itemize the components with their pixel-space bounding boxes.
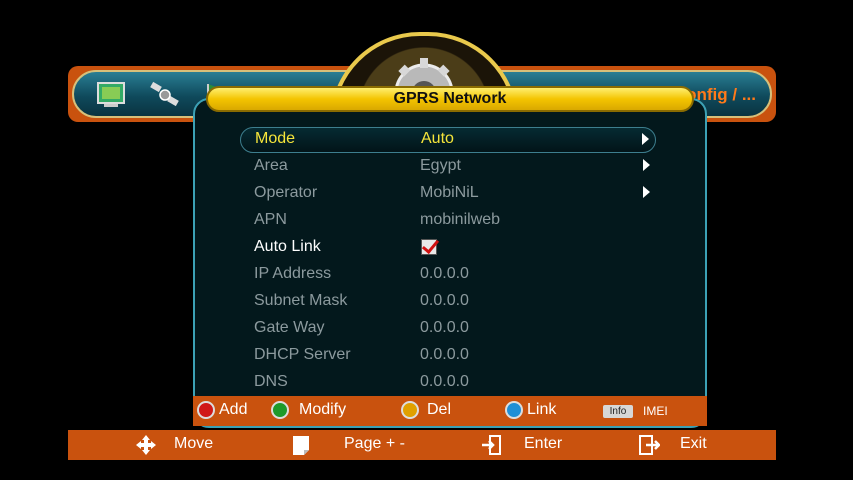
setting-label: IP Address <box>254 265 332 282</box>
auto-link-checkbox[interactable] <box>421 239 437 255</box>
enter-icon <box>482 435 501 455</box>
setting-value: mobinilweb <box>420 211 501 228</box>
setting-row-gateway[interactable]: Gate Way 0.0.0.0 <box>240 316 656 342</box>
setting-value: Egypt <box>420 157 461 174</box>
red-key-label: Add <box>219 401 248 418</box>
setting-value: 0.0.0.0 <box>420 319 469 336</box>
setting-label: Auto Link <box>254 238 321 255</box>
setting-row-subnet-mask[interactable]: Subnet Mask 0.0.0.0 <box>240 289 656 315</box>
setting-row-dns[interactable]: DNS 0.0.0.0 <box>240 370 656 396</box>
setting-row-auto-link[interactable]: Auto Link <box>240 235 656 261</box>
yellow-key-label: Del <box>427 401 452 418</box>
tv-channel-icon[interactable] <box>94 80 128 110</box>
satellite-icon[interactable] <box>148 80 182 110</box>
page-icon <box>293 436 309 455</box>
setting-label: DNS <box>254 373 288 390</box>
page-label: Page + - <box>344 435 405 452</box>
setting-label: Subnet Mask <box>254 292 348 309</box>
blue-key-label: Link <box>527 401 557 418</box>
setting-label: APN <box>254 211 287 228</box>
exit-icon <box>639 435 660 455</box>
exit-label: Exit <box>680 435 707 452</box>
info-button-badge[interactable]: Info <box>603 405 633 418</box>
setting-row-mode[interactable]: Mode Auto <box>240 127 656 153</box>
setting-row-apn[interactable]: APN mobinilweb <box>240 208 656 234</box>
move-label: Move <box>174 435 214 452</box>
green-button-icon[interactable] <box>271 401 289 419</box>
dialog-title: GPRS Network <box>393 90 507 107</box>
green-key-label: Modify <box>299 401 347 418</box>
bottom-navigation-bar: Move Page + - Enter Exit <box>68 430 776 460</box>
setting-value: 0.0.0.0 <box>420 346 469 363</box>
setting-label: Mode <box>255 130 296 147</box>
info-key-label: IMEI <box>643 404 668 418</box>
chevron-right-icon <box>643 159 650 171</box>
setting-label: DHCP Server <box>254 346 351 363</box>
setting-value: 0.0.0.0 <box>420 373 469 390</box>
setting-label: Gate Way <box>254 319 325 336</box>
chevron-right-icon <box>642 133 649 145</box>
red-button-icon[interactable] <box>197 401 215 419</box>
setting-value: Auto <box>421 130 454 147</box>
setting-row-ip-address[interactable]: IP Address 0.0.0.0 <box>240 262 656 288</box>
blue-button-icon[interactable] <box>505 401 523 419</box>
setting-row-area[interactable]: Area Egypt <box>240 154 656 180</box>
color-key-bar: Add Modify Del Link Info IMEI <box>193 396 707 426</box>
setting-value: 0.0.0.0 <box>420 292 469 309</box>
setting-label: Area <box>254 157 288 174</box>
yellow-button-icon[interactable] <box>401 401 419 419</box>
setting-label: Operator <box>254 184 318 201</box>
setting-value: 0.0.0.0 <box>420 265 469 282</box>
chevron-right-icon <box>643 186 650 198</box>
move-arrows-icon <box>136 435 156 455</box>
setting-value: MobiNiL <box>420 184 479 201</box>
setting-row-operator[interactable]: Operator MobiNiL <box>240 181 656 207</box>
dialog-title-bar: GPRS Network <box>206 86 694 112</box>
setting-row-dhcp-server[interactable]: DHCP Server 0.0.0.0 <box>240 343 656 369</box>
enter-label: Enter <box>524 435 563 452</box>
